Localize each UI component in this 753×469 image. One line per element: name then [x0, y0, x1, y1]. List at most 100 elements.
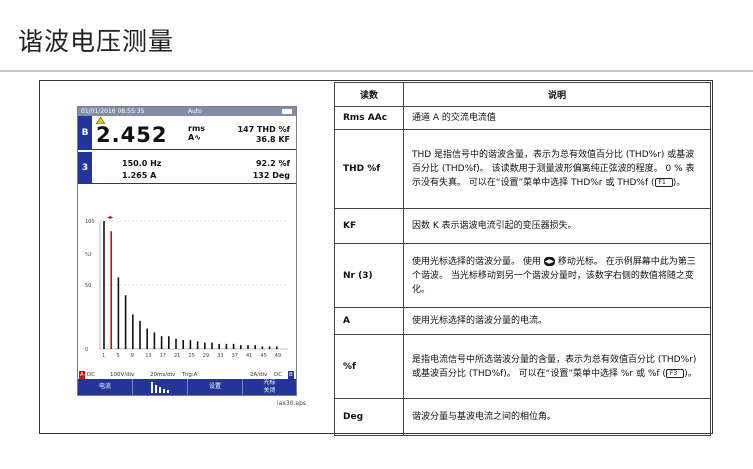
- readout-b: B 2.452 rms A∿ 147 THD %f 36.8 KF: [78, 116, 296, 150]
- table-row: THD %f THD 是指信号中的谐波含量，表示为总有效值百分比 (THD%r)…: [334, 129, 711, 209]
- desc-cell: 是指电流信号中所选谐波分量的含量，表示为总有效值百分比 (THD%r) 或基波百…: [403, 334, 711, 399]
- unit-ac: A∿: [188, 133, 201, 142]
- harmonic-bar: [103, 221, 105, 349]
- y-tick-label: 0: [85, 347, 88, 353]
- softkey-cursor[interactable]: 光标 关闭: [243, 379, 296, 395]
- x-tick-label: 33: [217, 353, 223, 359]
- readings-table: 读数 说明 Rms AAc 通道 A 的交流电流值 THD %f THD 是指信…: [334, 82, 711, 436]
- instrument-screen: 01/01/2016 08:55:35 Auto B 2.452 rms A∿ …: [77, 106, 297, 396]
- x-tick-label: 41: [246, 353, 252, 359]
- header-reading: 读数: [334, 82, 404, 107]
- x-tick-label: 17: [160, 353, 166, 359]
- harmonic-bar: [240, 345, 242, 349]
- table-row: Nr (3) 使用光标选择的谐波分量。 使用 ◀▶ 移动光标。 在示例屏幕中此为…: [334, 243, 711, 308]
- harmonic-bar: [182, 340, 184, 349]
- harmonic-amp: 1.265 A: [122, 171, 157, 180]
- thd-value: 147 THD %f: [237, 125, 290, 134]
- x-tick-label: 29: [203, 353, 209, 359]
- harmonic-bar: [139, 320, 141, 349]
- harmonic-bar: [175, 338, 177, 349]
- coupling-b: DC: [274, 372, 283, 378]
- term-cell: A: [334, 307, 404, 335]
- probe-b-badge: B: [288, 371, 294, 379]
- x-tick-label: 9: [131, 353, 134, 359]
- channel-b-badge: B: [78, 116, 92, 150]
- table-row: KF 因数 K 表示谐波电流引起的变压器损失。: [334, 208, 711, 244]
- desc-text: 是指电流信号中所选谐波分量的含量，表示为总有效值百分比 (THD%r) 或基波百…: [412, 354, 697, 379]
- readout-3: 3 150.0 Hz 1.265 A 92.2 %f 132 Deg: [78, 152, 296, 184]
- softkey-harmonics[interactable]: [133, 379, 188, 395]
- table-row: Rms AAc 通道 A 的交流电流值: [334, 106, 711, 130]
- y-tick-label: 50: [85, 283, 91, 289]
- volt-div: 100V/div: [110, 372, 135, 378]
- x-tick-label: 1: [102, 353, 105, 359]
- harmonic-bar: [117, 277, 120, 349]
- battery-icon: [282, 109, 292, 114]
- datetime: 01/01/2016 08:55:35: [81, 108, 145, 115]
- y-tick-label: %f: [85, 252, 92, 258]
- unit-label: rms A∿: [188, 124, 205, 142]
- harmonic-bar: [254, 345, 256, 349]
- x-tick-label: 49: [275, 353, 281, 359]
- harmonic-bar: [232, 343, 235, 349]
- harmonic-bar: [276, 346, 278, 349]
- x-tick-label: 45: [260, 353, 266, 359]
- y-tick-label: 100: [85, 219, 95, 225]
- x-tick-label: 25: [188, 353, 194, 359]
- harmonic-bar: [146, 328, 148, 349]
- harmonic-bar: [110, 231, 112, 349]
- harmonic-bar: [247, 345, 249, 349]
- harmonic-bar: [153, 332, 156, 349]
- desc-text: 使用光标选择的谐波分量。 使用: [412, 256, 544, 267]
- thd-readout: 147 THD %f 36.8 KF: [228, 125, 290, 145]
- desc-end: )。: [684, 368, 697, 379]
- scope-status-line: A DC 100V/div 20ms/div Trig:A 2A/div DC …: [78, 371, 296, 379]
- harmonic-bar: [225, 343, 228, 349]
- amp-div: 2A/div: [250, 372, 268, 378]
- desc-cell: 因数 K 表示谐波电流引起的变压器损失。: [403, 208, 711, 244]
- x-tick-label: 5: [116, 353, 119, 359]
- harmonic-bar: [211, 342, 213, 349]
- trigger: Trig:A: [182, 372, 198, 378]
- table-header: 读数 说明: [334, 82, 711, 107]
- term-cell: KF: [334, 208, 404, 244]
- harmonic-left: 150.0 Hz 1.265 A: [122, 158, 161, 182]
- harmonic-badge: 3: [78, 152, 92, 184]
- figure-caption: iax30.eps: [277, 400, 307, 407]
- status-bar: 01/01/2016 08:55:35 Auto: [78, 107, 296, 116]
- softkey-current[interactable]: 电流: [78, 379, 133, 395]
- desc-end: )。: [672, 178, 686, 188]
- title-divider: [0, 70, 753, 72]
- f1-key-icon: F1: [654, 178, 673, 187]
- harmonic-deg: 132 Deg: [252, 171, 290, 180]
- term-cell: %f: [334, 334, 404, 399]
- table-row: Deg 谐波分量与基波电流之间的相位角。: [334, 398, 711, 436]
- desc-cell: 使用光标选择的谐波分量的电流。: [403, 307, 711, 335]
- x-tick-label: 21: [174, 353, 180, 359]
- harmonic-bar: [160, 336, 163, 349]
- term-cell: Deg: [334, 398, 404, 436]
- page-title: 谐波电压测量: [18, 27, 175, 56]
- cursor-marker-icon: ◂▸: [107, 214, 113, 221]
- desc-cell: 使用光标选择的谐波分量。 使用 ◀▶ 移动光标。 在示例屏幕中此为第三个谐波。 …: [403, 243, 711, 308]
- probe-a-badge: A: [79, 371, 85, 379]
- harmonic-bar: [261, 346, 264, 349]
- arrow-keys-icon: ◀▶: [543, 256, 555, 266]
- mode-label: Auto: [188, 108, 202, 115]
- term-cell: THD %f: [334, 129, 404, 209]
- desc-cell: 谐波分量与基波电流之间的相位角。: [403, 398, 711, 436]
- term-cell: Rms AAc: [334, 106, 404, 130]
- softkey-menu: 电流 设置 光标 关闭: [78, 379, 296, 395]
- bar-chart-icon: [151, 382, 169, 393]
- x-tick-label: 37: [232, 353, 238, 359]
- softkey-setup[interactable]: 设置: [188, 379, 243, 395]
- coupling-a: DC: [87, 372, 96, 378]
- harmonic-right: 92.2 %f 132 Deg: [208, 158, 290, 182]
- harmonic-bar: [189, 340, 192, 349]
- harmonic-plot: ◂▸ 100 %f 50 0 1 5 9 13 17 21 25 29 33 37 41 45 49: [78, 211, 296, 363]
- harmonic-pct: 92.2 %f: [255, 159, 290, 168]
- header-description: 说明: [403, 82, 711, 107]
- time-div: 20ms/div: [150, 372, 176, 378]
- unit-rms: rms: [188, 124, 206, 133]
- x-tick-label: 13: [145, 353, 151, 359]
